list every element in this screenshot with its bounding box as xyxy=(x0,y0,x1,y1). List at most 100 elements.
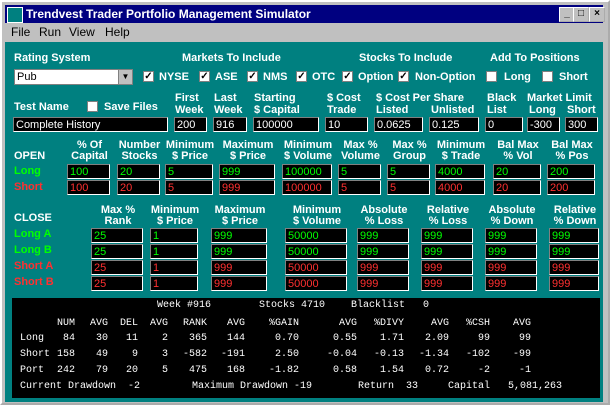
close-row-0-input-3[interactable]: 50000 xyxy=(285,228,347,243)
open-short-input-7[interactable]: 4000 xyxy=(435,180,485,195)
open-header-8-1: % Vol xyxy=(503,150,533,162)
open-long-input-5[interactable]: 5 xyxy=(338,164,381,179)
stats-cell-2-7: 0.58 xyxy=(332,365,357,376)
open-short-input-9[interactable]: 200 xyxy=(547,180,595,195)
market-limit-long-input[interactable]: -300 xyxy=(527,117,560,132)
open-short-input-0[interactable]: 100 xyxy=(67,180,110,195)
open-short-input-8[interactable]: 20 xyxy=(493,180,541,195)
close-header-6-1: % Down xyxy=(490,215,534,227)
ase-checkbox[interactable]: ✓ xyxy=(199,71,210,82)
nyse-checkbox[interactable]: ✓ xyxy=(143,71,154,82)
close-row-3-input-1[interactable]: 1 xyxy=(150,276,198,291)
close-row-3-input-4[interactable]: 999 xyxy=(357,276,409,291)
close-row-1-input-4[interactable]: 999 xyxy=(357,244,409,259)
close-row-1-input-5[interactable]: 999 xyxy=(421,244,473,259)
close-row-1-input-1[interactable]: 1 xyxy=(150,244,198,259)
close-row-1-input-3[interactable]: 50000 xyxy=(285,244,347,259)
close-header-4-1: % Loss xyxy=(364,215,404,227)
stats-cell-1-5: -191 xyxy=(220,349,245,360)
window-title: Trendvest Trader Portfolio Management Si… xyxy=(26,7,311,21)
last-week-label1: Last xyxy=(214,92,237,104)
market-limit-short-input[interactable]: 300 xyxy=(565,117,598,132)
starting-capital-input[interactable]: 100000 xyxy=(253,117,319,132)
current-drawdown: Current Drawdown -2 xyxy=(20,381,141,392)
close-row-2-input-4[interactable]: 999 xyxy=(357,260,409,275)
rating-system-select[interactable]: Pub ▼ xyxy=(14,69,133,85)
close-row-2-input-0[interactable]: 25 xyxy=(91,260,143,275)
close-row-3-input-2[interactable]: 999 xyxy=(211,276,267,291)
open-long-input-6[interactable]: 5 xyxy=(387,164,430,179)
non-option-checkbox[interactable]: ✓ xyxy=(398,71,409,82)
cost-per-share-label: $ Cost Per Share xyxy=(376,92,465,104)
close-row-0-input-2[interactable]: 999 xyxy=(211,228,267,243)
cost-trade-input[interactable]: 10 xyxy=(325,117,368,132)
close-row-3-input-6[interactable]: 999 xyxy=(485,276,537,291)
last-week-input[interactable]: 916 xyxy=(213,117,247,132)
open-long-input-0[interactable]: 100 xyxy=(67,164,110,179)
open-long-input-1[interactable]: 20 xyxy=(117,164,160,179)
nms-checkbox[interactable]: ✓ xyxy=(247,71,258,82)
close-row-2-input-6[interactable]: 999 xyxy=(485,260,537,275)
close-row-2-input-2[interactable]: 999 xyxy=(211,260,267,275)
maximize-icon[interactable]: □ xyxy=(573,7,589,22)
menu-help[interactable]: Help xyxy=(105,24,130,41)
close-row-3-input-7[interactable]: 999 xyxy=(549,276,599,291)
close-row-1-input-2[interactable]: 999 xyxy=(211,244,267,259)
save-files-checkbox[interactable] xyxy=(87,101,98,112)
test-name-input[interactable]: Complete History xyxy=(13,117,168,132)
open-long-input-7[interactable]: 4000 xyxy=(435,164,485,179)
open-short-input-6[interactable]: 5 xyxy=(387,180,430,195)
close-row-0-input-5[interactable]: 999 xyxy=(421,228,473,243)
close-row-2-input-3[interactable]: 50000 xyxy=(285,260,347,275)
open-long-input-3[interactable]: 999 xyxy=(219,164,275,179)
close-row-0-input-4[interactable]: 999 xyxy=(357,228,409,243)
close-row-0-input-0[interactable]: 25 xyxy=(91,228,143,243)
option-checkbox[interactable]: ✓ xyxy=(342,71,353,82)
close-row-1-input-6[interactable]: 999 xyxy=(485,244,537,259)
close-row-2-input-5[interactable]: 999 xyxy=(421,260,473,275)
menu-file[interactable]: File xyxy=(11,24,30,41)
open-short-input-2[interactable]: 5 xyxy=(165,180,213,195)
close-row-1-input-0[interactable]: 25 xyxy=(91,244,143,259)
unlisted-input[interactable]: 0.125 xyxy=(429,117,479,132)
close-row-2-input-7[interactable]: 999 xyxy=(549,260,599,275)
stats-cell-2-6: -1.82 xyxy=(268,365,299,376)
market-limit-label: Market Limit xyxy=(527,92,592,104)
open-short-input-5[interactable]: 5 xyxy=(338,180,381,195)
close-row-0-input-7[interactable]: 999 xyxy=(549,228,599,243)
close-title: CLOSE xyxy=(14,212,52,224)
add-long-checkbox[interactable] xyxy=(486,71,497,82)
close-row-0-input-1[interactable]: 1 xyxy=(150,228,198,243)
menu-run[interactable]: Run xyxy=(39,24,61,41)
add-short-checkbox[interactable] xyxy=(542,71,553,82)
first-week-input[interactable]: 200 xyxy=(174,117,207,132)
open-short-input-4[interactable]: 100000 xyxy=(282,180,332,195)
menu-view[interactable]: View xyxy=(69,24,95,41)
close-row-3-input-3[interactable]: 50000 xyxy=(285,276,347,291)
black-list-label2: List xyxy=(487,104,507,116)
rating-system-label: Rating System xyxy=(14,52,91,64)
nms-label: NMS xyxy=(263,71,288,83)
open-short-input-1[interactable]: 20 xyxy=(117,180,160,195)
stats-header-8: %DIVY xyxy=(373,318,404,329)
open-long-input-2[interactable]: 5 xyxy=(165,164,213,179)
close-icon[interactable]: × xyxy=(589,7,605,22)
open-long-input-9[interactable]: 200 xyxy=(547,164,595,179)
open-header-7-1: $ Trade xyxy=(441,150,481,162)
close-short-a-label: Short A xyxy=(14,260,54,272)
close-row-1-input-7[interactable]: 999 xyxy=(549,244,599,259)
close-row-3-input-0[interactable]: 25 xyxy=(91,276,143,291)
last-week-label2: Week xyxy=(214,104,243,116)
stats-cell-0-5: 144 xyxy=(226,333,245,344)
open-long-input-8[interactable]: 20 xyxy=(493,164,541,179)
listed-input[interactable]: 0.0625 xyxy=(374,117,423,132)
open-short-input-3[interactable]: 999 xyxy=(219,180,275,195)
close-row-2-input-1[interactable]: 1 xyxy=(150,260,198,275)
open-long-input-4[interactable]: 100000 xyxy=(282,164,332,179)
app-icon xyxy=(7,7,23,23)
close-row-0-input-6[interactable]: 999 xyxy=(485,228,537,243)
close-row-3-input-5[interactable]: 999 xyxy=(421,276,473,291)
otc-checkbox[interactable]: ✓ xyxy=(296,71,307,82)
black-list-input[interactable]: 0 xyxy=(485,117,523,132)
chevron-down-icon[interactable]: ▼ xyxy=(118,70,132,84)
